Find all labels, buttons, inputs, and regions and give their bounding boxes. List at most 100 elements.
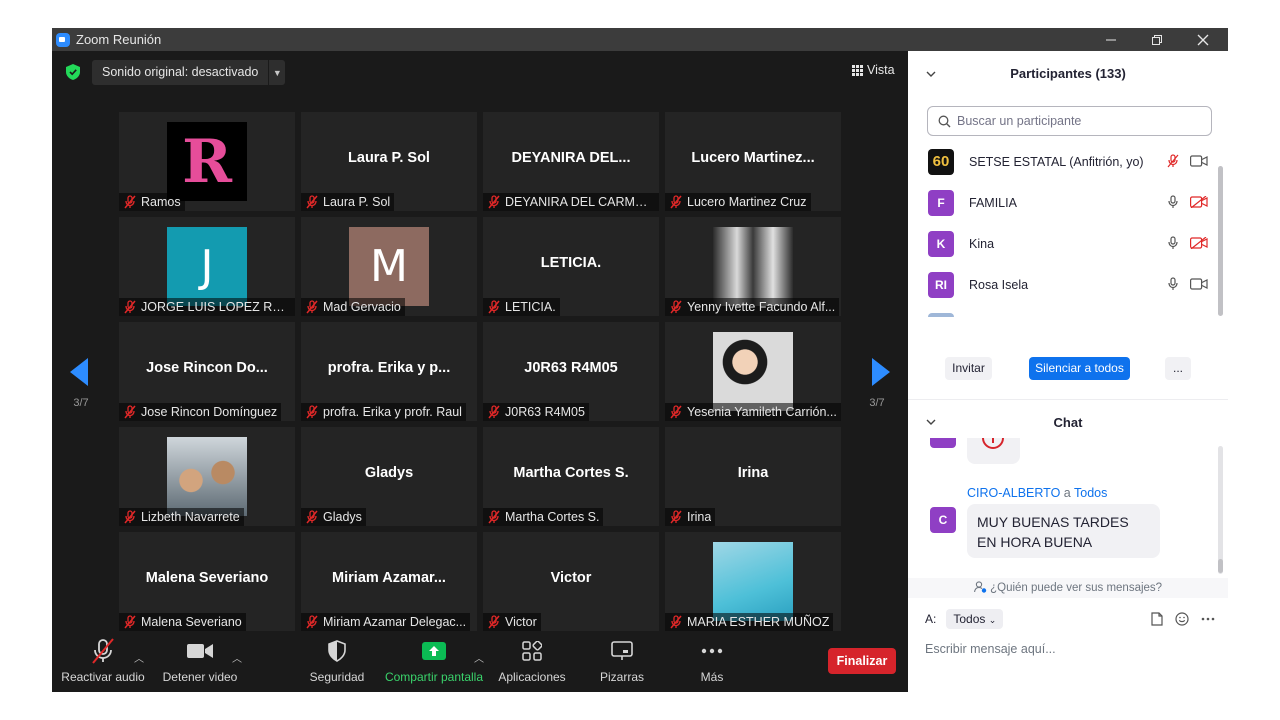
security-button[interactable]: Seguridad	[304, 636, 370, 684]
microphone-icon[interactable]	[1166, 277, 1180, 291]
original-sound-button[interactable]: Sonido original: desactivado ▼	[92, 60, 286, 85]
encryption-shield-icon[interactable]	[66, 64, 80, 80]
participant-row[interactable]: 60 SETSE ESTATAL (Anfitrión, yo)	[928, 141, 1208, 182]
participant-name-label: Irina	[687, 510, 712, 524]
end-meeting-button[interactable]: Finalizar	[828, 648, 896, 674]
participant-name-tag: DEYANIRA DEL CARMEN...	[483, 193, 659, 211]
emoji-icon[interactable]	[1175, 612, 1189, 626]
participant-name: Rosa Isela	[969, 277, 1029, 292]
apps-button[interactable]: Aplicaciones	[496, 636, 568, 684]
microphone-muted-icon	[670, 405, 682, 419]
video-tile[interactable]: Laura P. Sol Laura P. Sol	[301, 112, 477, 211]
video-camera-icon[interactable]	[1190, 155, 1208, 167]
unmute-audio-label: Reactivar audio	[61, 670, 145, 684]
video-tile[interactable]: JJORGE LUIS LOPEZ RAMIREZ	[119, 217, 295, 316]
microphone-icon[interactable]	[1166, 236, 1180, 250]
participant-video-frame	[713, 332, 793, 411]
video-tile[interactable]: M Mad Gervacio	[301, 217, 477, 316]
share-screen-button[interactable]: Compartir pantalla	[382, 636, 486, 684]
video-tile[interactable]: Jose Rincon Do... Jose Rincon Domínguez	[119, 322, 295, 421]
video-tile[interactable]: MARIA ESTHER MUÑOZ	[665, 532, 841, 631]
video-tile[interactable]: LETICIA. LETICIA.	[483, 217, 659, 316]
participant-name-label: J0R63 R4M05	[505, 405, 585, 419]
video-tile[interactable]: Yesenia Yamileth Carrión...	[665, 322, 841, 421]
video-tile[interactable]: Martha Cortes S. Martha Cortes S.	[483, 427, 659, 526]
video-tile[interactable]: Yenny Ivette Facundo Alf...	[665, 217, 841, 316]
microphone-muted-icon	[488, 405, 500, 419]
title-bar: Zoom Reunión	[52, 28, 1228, 51]
video-off-icon[interactable]	[1190, 196, 1208, 208]
video-off-icon[interactable]	[1190, 237, 1208, 249]
video-tile[interactable]: Victor Victor	[483, 532, 659, 631]
microphone-icon[interactable]	[1166, 195, 1180, 209]
mute-all-button[interactable]: Silenciar a todos	[1029, 357, 1130, 380]
page-indicator-right: 3/7	[869, 397, 885, 409]
previous-page-arrow-icon[interactable]	[70, 358, 88, 386]
video-tile[interactable]: Irina Irina	[665, 427, 841, 526]
chat-scrollbar[interactable]	[1218, 559, 1223, 573]
chat-sender-avatar: C	[930, 507, 956, 533]
minimize-button[interactable]	[1088, 28, 1134, 51]
who-can-see-label: ¿Quién puede ver sus mensajes?	[990, 582, 1163, 594]
video-tile[interactable]: Lizbeth Navarrete	[119, 427, 295, 526]
more-button[interactable]: Más	[686, 636, 738, 684]
video-camera-icon[interactable]	[1190, 278, 1208, 290]
microphone-muted-icon	[124, 300, 136, 314]
restore-button[interactable]	[1134, 28, 1180, 51]
participant-display-name: Victor	[550, 570, 592, 586]
microphone-muted-icon	[488, 510, 500, 524]
participant-avatar: F	[928, 189, 954, 216]
clock-emoji-icon	[982, 438, 1004, 449]
participant-name-tag: J0R63 R4M05	[483, 403, 589, 421]
audio-options-chevron-icon[interactable]: ︿	[134, 650, 144, 665]
participant-row-partial[interactable]	[928, 305, 1208, 317]
who-can-see-messages-link[interactable]: ¿Quién puede ver sus mensajes?	[908, 578, 1228, 598]
close-button[interactable]	[1180, 28, 1226, 51]
participant-list-scrollbar[interactable]	[1218, 166, 1223, 316]
video-tile[interactable]: Malena Severiano Malena Severiano	[119, 532, 295, 631]
more-dots-icon[interactable]	[1201, 617, 1215, 621]
invite-button[interactable]: Invitar	[945, 357, 992, 380]
microphone-muted-icon	[670, 510, 682, 524]
chevron-down-icon: ⌄	[988, 615, 997, 625]
participant-row[interactable]: K Kina	[928, 223, 1208, 264]
participant-search-box[interactable]	[927, 106, 1212, 136]
participant-display-name: J0R63 R4M05	[524, 360, 618, 376]
video-tile[interactable]: J0R63 R4M05 J0R63 R4M05	[483, 322, 659, 421]
video-options-chevron-icon[interactable]: ︿	[232, 650, 242, 665]
video-tile[interactable]: DEYANIRA DEL... DEYANIRA DEL CARMEN...	[483, 112, 659, 211]
more-options-button[interactable]: ...	[1165, 357, 1191, 380]
participant-display-name: Lucero Martinez...	[691, 150, 815, 166]
next-page-arrow-icon[interactable]	[872, 358, 890, 386]
chevron-down-icon[interactable]: ▼	[269, 68, 285, 78]
microphone-muted-icon	[306, 405, 318, 419]
participant-search-input[interactable]	[957, 114, 1197, 128]
stop-video-button[interactable]: Detener video	[158, 636, 242, 684]
video-tile[interactable]: Lucero Martinez... Lucero Martinez Cruz	[665, 112, 841, 211]
file-icon[interactable]	[1151, 612, 1163, 626]
video-tile[interactable]: profra. Erika y p... profra. Erika y prof…	[301, 322, 477, 421]
video-tile[interactable]: R Ramos	[119, 112, 295, 211]
chat-message-input[interactable]	[925, 637, 1215, 661]
view-button[interactable]: Vista	[852, 63, 895, 77]
participant-name-tag: Jose Rincon Domínguez	[119, 403, 282, 421]
share-options-chevron-icon[interactable]: ︿	[474, 650, 484, 665]
minimize-icon	[1106, 39, 1116, 40]
participant-display-name: profra. Erika y p...	[327, 360, 451, 376]
restore-icon	[1152, 34, 1162, 45]
participant-row[interactable]: F FAMILIA	[928, 182, 1208, 223]
participants-title: Participantes (133)	[1010, 66, 1126, 81]
chat-title: Chat	[1053, 415, 1083, 430]
participant-avatar: R	[167, 122, 247, 201]
recipient-select[interactable]: Todos ⌄	[946, 609, 1004, 629]
chat-to-word: a	[1063, 486, 1071, 500]
participant-display-name: DEYANIRA DEL...	[511, 150, 631, 166]
microphone-muted-icon[interactable]	[1166, 154, 1180, 168]
video-tile[interactable]: Miriam Azamar... Miriam Azamar Delegac...	[301, 532, 477, 631]
share-screen-label: Compartir pantalla	[384, 670, 484, 684]
chat-scrollbar-track	[1218, 446, 1223, 574]
participant-row[interactable]: RI Rosa Isela	[928, 264, 1208, 305]
whiteboards-button[interactable]: Pizarras	[592, 636, 652, 684]
video-tile[interactable]: Gladys Gladys	[301, 427, 477, 526]
participant-name-tag: Miriam Azamar Delegac...	[301, 613, 471, 631]
